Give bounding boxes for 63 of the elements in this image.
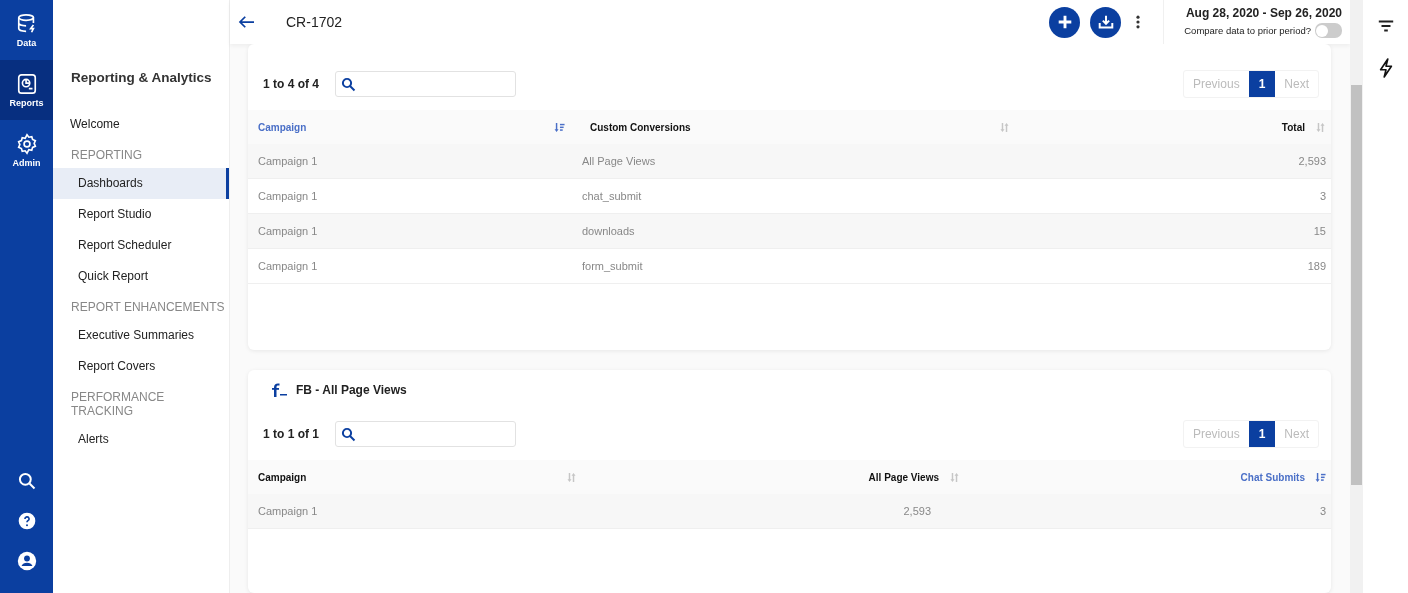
section-heading: REPORT ENHANCEMENTS (70, 299, 226, 316)
compare-label: Compare data to prior period? (1184, 25, 1311, 36)
column-header[interactable]: Campaign (258, 471, 307, 483)
sidebar-item[interactable]: Quick Report (53, 261, 229, 292)
compare-toggle[interactable] (1315, 23, 1342, 38)
page-button[interactable]: 1 (1248, 71, 1276, 97)
search-icon[interactable] (16, 471, 37, 491)
sidebar-item[interactable]: Dashboards (53, 168, 229, 199)
table-cell: 189 (1307, 260, 1326, 272)
sidebar-item[interactable]: Report Studio (53, 199, 229, 230)
facebook-ads-icon (270, 382, 288, 398)
table-cell: form_submit (582, 260, 643, 272)
nav-rail-item[interactable]: Admin (0, 120, 53, 180)
table-cell: 2,593 (1298, 155, 1326, 167)
column-header[interactable]: Total (1281, 121, 1305, 133)
sidebar-item[interactable]: Welcome (53, 109, 229, 140)
column-header[interactable]: Chat Submits (1240, 471, 1305, 483)
report-icon (15, 72, 38, 95)
table-cell: 2,593 (903, 505, 931, 517)
record-count: 1 to 4 of 4 (263, 77, 319, 91)
download-button[interactable] (1090, 6, 1122, 38)
add-button[interactable] (1049, 6, 1081, 38)
card-title: FB - All Page Views (296, 383, 407, 397)
search-icon (341, 76, 356, 92)
section-heading: REPORTING (70, 147, 144, 164)
column-header[interactable]: Custom Conversions (590, 121, 691, 133)
table-cell: 3 (1319, 190, 1326, 202)
record-count: 1 to 1 of 1 (263, 427, 319, 441)
column-header[interactable]: All Page Views (868, 471, 939, 483)
sidebar-item[interactable]: Report Scheduler (53, 230, 229, 261)
section-heading: PERFORMANCE TRACKING (70, 389, 166, 420)
table-cell: Campaign 1 (258, 155, 318, 167)
sidebar-item[interactable]: Alerts (53, 424, 229, 455)
table-cell: 3 (1319, 505, 1326, 517)
table-cell: downloads (582, 225, 635, 237)
page-title: CR-1702 (286, 14, 343, 30)
table-cell: All Page Views (582, 155, 656, 167)
search-field[interactable] (335, 421, 516, 447)
scrollbar[interactable] (1350, 0, 1363, 593)
help-icon[interactable] (16, 511, 37, 531)
page-button[interactable]: 1 (1248, 421, 1276, 447)
table-cell: Campaign 1 (258, 260, 318, 272)
sidebar-item[interactable]: Executive Summaries (53, 320, 229, 351)
sidebar-item[interactable]: Report Covers (53, 351, 229, 382)
column-header[interactable]: Campaign (258, 121, 307, 133)
more-icon[interactable] (1135, 14, 1142, 30)
settings-icon (15, 132, 38, 155)
nav-rail-item[interactable]: Data (0, 0, 53, 60)
sort-descending-icon[interactable] (554, 121, 565, 133)
table-cell: Campaign 1 (258, 505, 318, 517)
table-cell: chat_submit (582, 190, 642, 202)
table-cell: 15 (1313, 225, 1326, 237)
user-icon[interactable] (16, 551, 37, 571)
search-icon (341, 426, 356, 442)
back-arrow-icon[interactable] (238, 15, 256, 29)
table-cell: Campaign 1 (258, 225, 318, 237)
date-range[interactable]: Aug 28, 2020 - Sep 26, 2020 (1185, 6, 1342, 20)
sidebar-title: Reporting & Analytics (70, 70, 213, 87)
sort-descending-icon[interactable] (1315, 471, 1326, 483)
download-icon (1096, 13, 1115, 31)
search-field[interactable] (335, 71, 516, 97)
table-cell: Campaign 1 (258, 190, 318, 202)
nav-rail-item[interactable]: Reports (0, 60, 53, 120)
